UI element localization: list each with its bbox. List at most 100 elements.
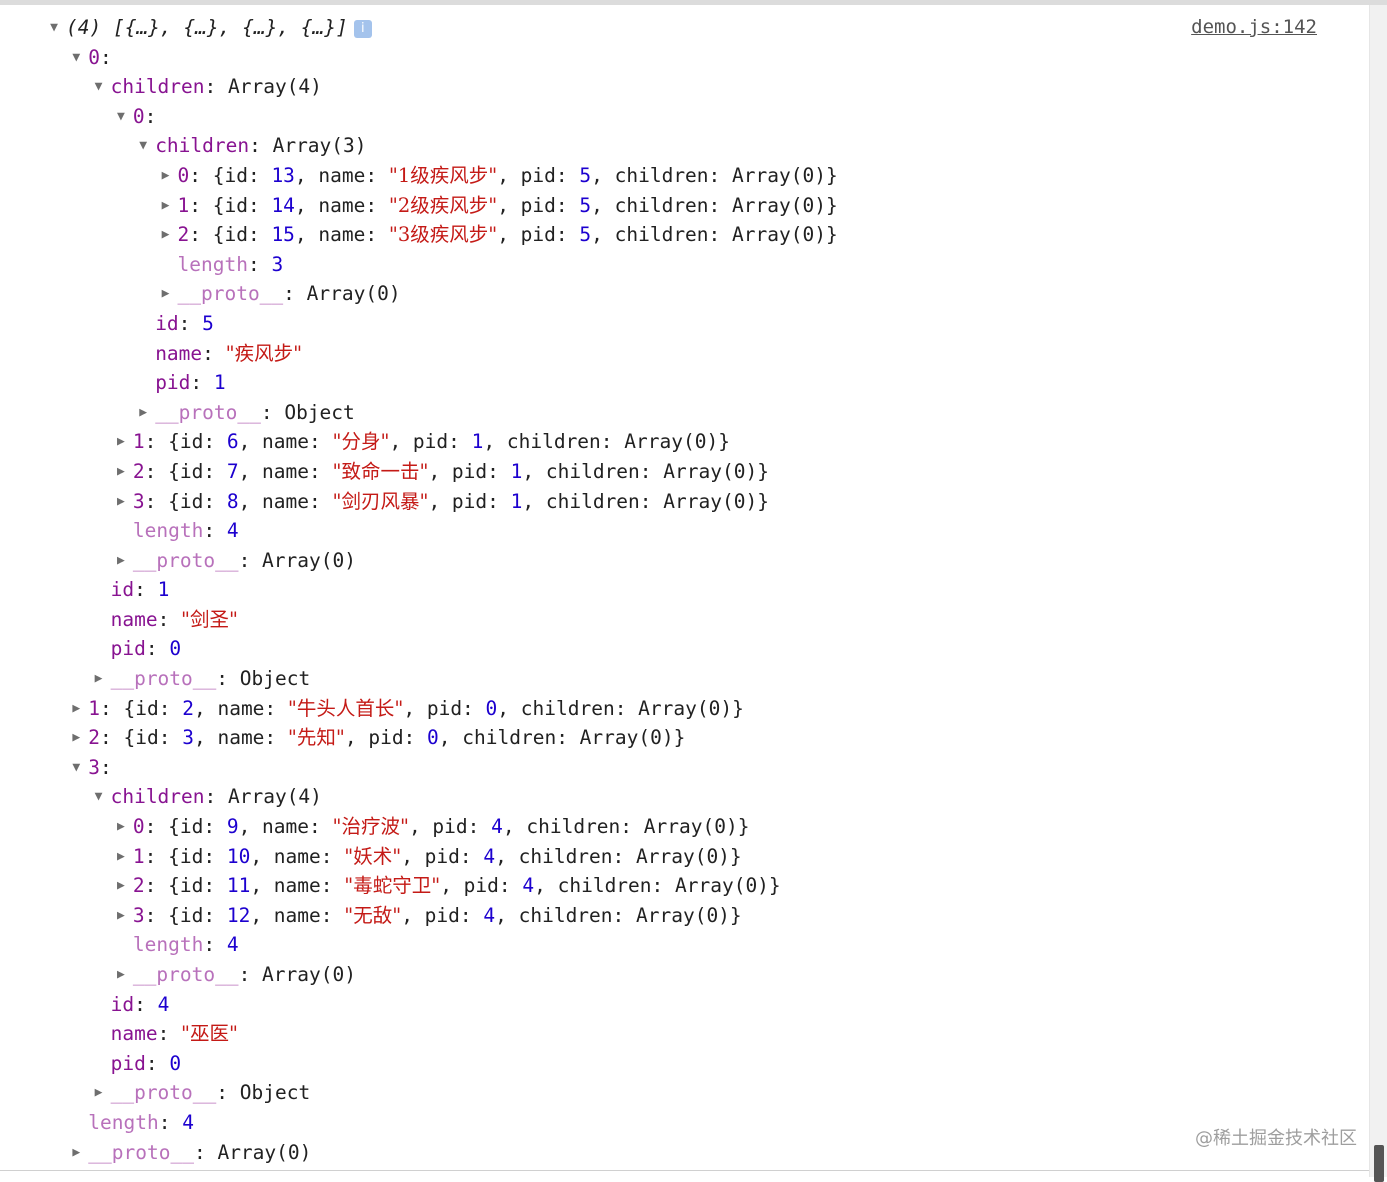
collapse-right-triangle-icon[interactable]: ▶	[114, 546, 128, 576]
collapse-right-triangle-icon[interactable]: ▶	[159, 161, 173, 191]
console-tree-row: name: "巫医"	[0, 1019, 1370, 1049]
console-tree-row[interactable]: ▶ 3: {id: 8, name: "剑刃风暴", pid: 1, childr…	[0, 487, 1370, 517]
scrollbar-thumb[interactable]	[1374, 1145, 1384, 1182]
token-p: , pid:	[389, 430, 472, 454]
token-k: name	[110, 1022, 158, 1046]
watermark: @稀土掘金技术社区	[1195, 1128, 1357, 1149]
console-tree-row[interactable]: ▼ (4) [{…}, {…}, {…}, {…}] i	[0, 13, 1370, 43]
token-p: : {id:	[100, 696, 183, 720]
console-tree-row: length: 4	[0, 1108, 1370, 1138]
console-tree-row[interactable]: ▼ children: Array(3)	[0, 131, 1370, 161]
collapse-right-triangle-icon[interactable]: ▶	[114, 960, 128, 990]
token-p: :	[157, 1022, 182, 1046]
token-k: 1	[88, 696, 101, 720]
token-kp: __proto__	[110, 667, 217, 691]
collapse-right-triangle-icon[interactable]: ▶	[114, 842, 128, 872]
console-tree-row[interactable]: ▶ __proto__: Object	[0, 1078, 1370, 1108]
token-n: 0	[169, 637, 182, 661]
console-tree-text: (4) [{…}, {…}, {…}, {…}] i	[66, 13, 372, 43]
console-tree-text: 1: {id: 14, name: "2级疾风步", pid: 5, child…	[178, 191, 838, 221]
token-n: 10	[226, 844, 251, 868]
token-n: 4	[182, 1110, 194, 1134]
console-tree-text: id: 5	[155, 309, 214, 339]
console-tree-row[interactable]: ▶ 1: {id: 6, name: "分身", pid: 1, children…	[0, 427, 1370, 457]
token-kp: __proto__	[132, 548, 239, 572]
collapse-right-triangle-icon[interactable]: ▶	[159, 279, 173, 309]
console-tree-row[interactable]: ▼ children: Array(4)	[0, 782, 1370, 812]
token-p: : {id:	[144, 430, 227, 454]
console-tree-row[interactable]: ▶ __proto__: Object	[0, 664, 1370, 694]
expand-down-triangle-icon[interactable]: ▼	[69, 753, 83, 783]
token-p: : Array(0)	[238, 548, 356, 572]
console-tree-row[interactable]: ▶ 1: {id: 10, name: "妖术", pid: 4, childre…	[0, 842, 1370, 872]
collapse-right-triangle-icon[interactable]: ▶	[159, 220, 173, 250]
collapse-right-triangle-icon[interactable]: ▶	[114, 487, 128, 517]
token-p: :	[203, 519, 227, 543]
collapse-right-triangle-icon[interactable]: ▶	[114, 812, 128, 842]
console-tree-row: id: 5	[0, 309, 1370, 339]
info-icon[interactable]: i	[353, 19, 372, 38]
expand-down-triangle-icon[interactable]: ▼	[92, 72, 106, 102]
token-p: : {id:	[144, 489, 227, 513]
collapse-right-triangle-icon[interactable]: ▶	[114, 457, 128, 487]
collapse-right-triangle-icon[interactable]: ▶	[136, 398, 150, 428]
console-tree-row[interactable]: ▶ __proto__: Array(0)	[0, 546, 1370, 576]
collapse-right-triangle-icon[interactable]: ▶	[114, 427, 128, 457]
token-p: , name:	[238, 459, 333, 483]
collapse-right-triangle-icon[interactable]: ▶	[114, 901, 128, 931]
console-tree-row[interactable]: ▶ __proto__: Array(0)	[0, 960, 1370, 990]
collapse-right-triangle-icon[interactable]: ▶	[114, 871, 128, 901]
console-tree-row[interactable]: ▼ children: Array(4)	[0, 72, 1370, 102]
console-tree-row[interactable]: ▶ 0: {id: 13, name: "1级疾风步", pid: 5, chil…	[0, 161, 1370, 191]
token-p: :	[202, 341, 226, 365]
console-tree-row[interactable]: ▼ 0:	[0, 43, 1370, 73]
console-tree-text: name: "巫医"	[111, 1019, 238, 1049]
token-k: 2	[88, 726, 101, 750]
console-tree-row[interactable]: ▼ 0:	[0, 102, 1370, 132]
collapse-right-triangle-icon[interactable]: ▶	[92, 664, 106, 694]
source-link[interactable]: demo.js:142	[1191, 13, 1317, 43]
token-n: 4	[522, 874, 535, 898]
token-p: :	[100, 755, 112, 779]
token-s: "巫医"	[181, 1022, 238, 1046]
expand-down-triangle-icon[interactable]: ▼	[47, 13, 61, 43]
console-tree-row[interactable]: ▶ __proto__: Array(0)	[0, 279, 1370, 309]
token-p: , pid:	[497, 193, 580, 217]
console-tree-row[interactable]: ▶ 3: {id: 12, name: "无敌", pid: 4, childre…	[0, 901, 1370, 931]
token-k: 3	[88, 755, 101, 779]
token-n: 12	[226, 903, 251, 927]
collapse-right-triangle-icon[interactable]: ▶	[159, 191, 173, 221]
console-tree-text: 2: {id: 7, name: "致命一击", pid: 1, childre…	[133, 457, 769, 487]
token-p: : {id:	[144, 903, 227, 927]
token-p: , children: Array(0)}	[497, 696, 744, 720]
collapse-right-triangle-icon[interactable]: ▶	[69, 694, 83, 724]
expand-down-triangle-icon[interactable]: ▼	[136, 131, 150, 161]
token-p: , pid:	[401, 903, 484, 927]
token-p: : Array(0)	[193, 1140, 312, 1164]
scrollbar-track[interactable]	[1369, 5, 1387, 1182]
console-tree-text: name: "剑圣"	[111, 605, 238, 635]
console-tree-row[interactable]: ▶ 2: {id: 11, name: "毒蛇守卫", pid: 4, child…	[0, 871, 1370, 901]
token-k: 2	[132, 459, 145, 483]
console-tree-row[interactable]: ▶ 2: {id: 7, name: "致命一击", pid: 1, childr…	[0, 457, 1370, 487]
expand-down-triangle-icon[interactable]: ▼	[69, 43, 83, 73]
console-tree-row[interactable]: ▶ 1: {id: 2, name: "牛头人首长", pid: 0, child…	[0, 694, 1370, 724]
collapse-right-triangle-icon[interactable]: ▶	[92, 1078, 106, 1108]
collapse-right-triangle-icon[interactable]: ▶	[69, 723, 83, 753]
expand-down-triangle-icon[interactable]: ▼	[114, 102, 128, 132]
console-tree-row[interactable]: ▶ 0: {id: 9, name: "治疗波", pid: 4, childre…	[0, 812, 1370, 842]
token-p: , children: Array(0)}	[495, 903, 742, 927]
expand-down-triangle-icon[interactable]: ▼	[92, 782, 106, 812]
console-tree-row[interactable]: ▶ 2: {id: 15, name: "3级疾风步", pid: 5, chil…	[0, 220, 1370, 250]
token-kp: __proto__	[110, 1081, 217, 1105]
token-s: "治疗波"	[332, 815, 409, 839]
token-k: 3	[132, 489, 145, 513]
console-tree-row[interactable]: ▶ __proto__: Array(0)	[0, 1138, 1370, 1168]
console-tree-row[interactable]: ▼ 3:	[0, 753, 1370, 783]
collapse-right-triangle-icon[interactable]: ▶	[69, 1138, 83, 1168]
token-p: : Array(3)	[249, 134, 367, 158]
console-tree-text: 1: {id: 2, name: "牛头人首长", pid: 0, childr…	[88, 694, 744, 724]
console-tree-row[interactable]: ▶ 2: {id: 3, name: "先知", pid: 0, children…	[0, 723, 1370, 753]
console-tree-row[interactable]: ▶ __proto__: Object	[0, 398, 1370, 428]
console-tree-row[interactable]: ▶ 1: {id: 14, name: "2级疾风步", pid: 5, chil…	[0, 191, 1370, 221]
